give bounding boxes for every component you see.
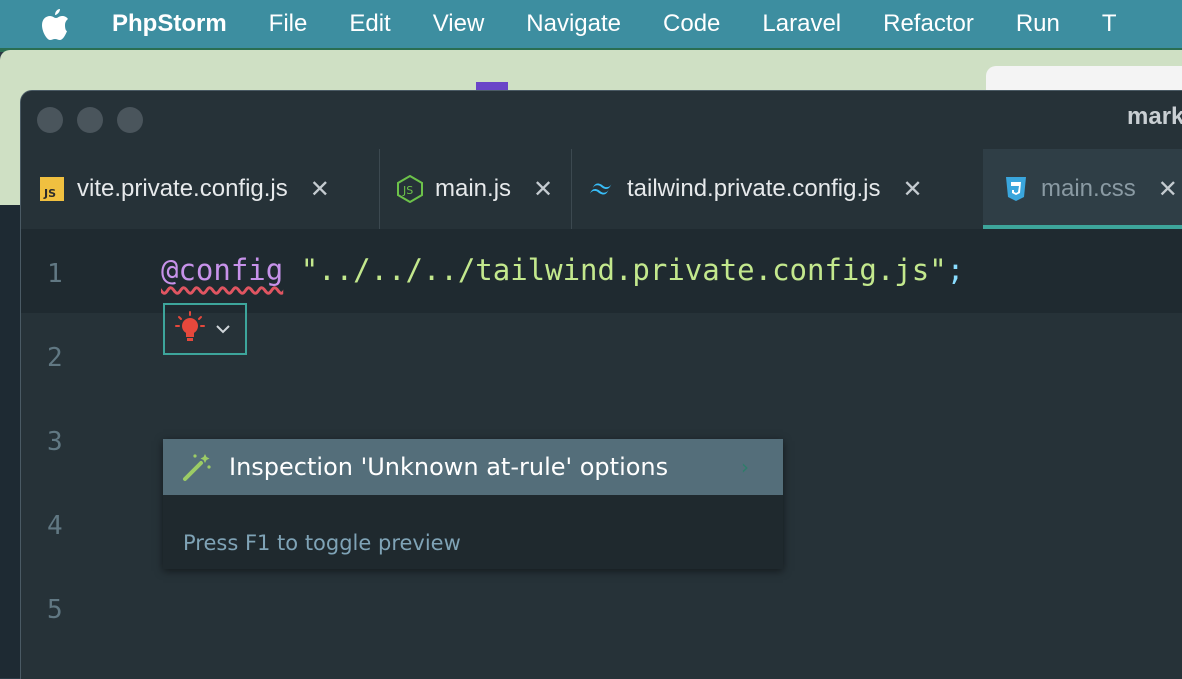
close-tab-icon[interactable]: ✕ xyxy=(310,175,330,204)
at-rule-keyword: @config xyxy=(161,253,284,287)
tab-separator xyxy=(379,149,380,229)
tab-tailwind-private-config[interactable]: tailwind.private.config.js ✕ xyxy=(589,149,923,229)
popup-item-inspection-options[interactable]: Inspection 'Unknown at-rule' options › xyxy=(163,439,783,495)
menu-code[interactable]: Code xyxy=(663,10,720,38)
chevron-right-icon: › xyxy=(741,455,749,479)
menu-tools-partial[interactable]: T xyxy=(1102,10,1117,38)
popup-hint: Press F1 to toggle preview xyxy=(183,531,461,555)
tailwind-icon xyxy=(589,176,615,202)
close-tab-icon[interactable]: ✕ xyxy=(533,175,553,204)
menu-app-name[interactable]: PhpStorm xyxy=(112,10,227,38)
line-number: 3 xyxy=(47,427,63,457)
tab-label: main.js xyxy=(435,175,512,202)
close-window-button[interactable] xyxy=(37,107,63,133)
svg-text:JS: JS xyxy=(402,184,413,197)
menu-laravel[interactable]: Laravel xyxy=(762,10,841,38)
menu-run[interactable]: Run xyxy=(1016,10,1060,38)
tab-main-css[interactable]: main.css ✕ xyxy=(983,149,1182,229)
editor-tab-bar: JS vite.private.config.js ✕ JS main.js ✕ xyxy=(21,149,1182,229)
tab-label: main.css xyxy=(1041,175,1136,202)
tab-vite-private-config[interactable]: JS vite.private.config.js ✕ xyxy=(39,149,330,229)
tab-label: vite.private.config.js xyxy=(77,175,288,202)
line-number: 1 xyxy=(47,259,63,289)
line-number: 5 xyxy=(47,595,63,625)
intention-popup: Inspection 'Unknown at-rule' options › P… xyxy=(163,439,783,569)
intention-actions-button[interactable] xyxy=(163,303,247,355)
chevron-down-icon xyxy=(215,320,231,339)
menu-file[interactable]: File xyxy=(269,10,308,38)
semicolon: ; xyxy=(946,253,965,287)
close-tab-icon[interactable]: ✕ xyxy=(1158,175,1178,204)
js-file-icon: JS xyxy=(39,176,65,202)
menu-edit[interactable]: Edit xyxy=(349,10,390,38)
tab-separator xyxy=(571,149,572,229)
code-line-1[interactable]: @config "../../../tailwind.private.confi… xyxy=(161,253,964,287)
menu-refactor[interactable]: Refactor xyxy=(883,10,974,38)
title-bar: mark xyxy=(21,91,1182,147)
background-window-accent xyxy=(476,82,508,90)
menu-view[interactable]: View xyxy=(433,10,485,38)
menu-navigate[interactable]: Navigate xyxy=(526,10,621,38)
css-file-icon xyxy=(1003,176,1029,202)
window-title: mark xyxy=(1127,103,1182,130)
menu-bar: PhpStorm File Edit View Navigate Code La… xyxy=(0,0,1182,48)
background-window-edge xyxy=(0,205,22,678)
nodejs-icon: JS xyxy=(397,175,423,203)
zoom-window-button[interactable] xyxy=(117,107,143,133)
svg-text:JS: JS xyxy=(43,187,56,200)
line-number: 2 xyxy=(47,343,63,373)
minimize-window-button[interactable] xyxy=(77,107,103,133)
tab-label: tailwind.private.config.js xyxy=(627,175,881,202)
lightbulb-error-icon xyxy=(175,311,205,347)
close-tab-icon[interactable]: ✕ xyxy=(902,175,922,204)
string-literal: "../../../tailwind.private.config.js" xyxy=(300,253,947,287)
apple-icon[interactable] xyxy=(42,7,72,41)
line-number: 4 xyxy=(47,511,63,541)
code-editor[interactable]: 1 2 3 4 5 @config "../../../tailwind.pri… xyxy=(21,229,1182,679)
popup-item-label: Inspection 'Unknown at-rule' options xyxy=(229,453,669,481)
tab-main-js[interactable]: JS main.js ✕ xyxy=(397,149,553,229)
ide-window: mark JS vite.private.config.js ✕ JS main… xyxy=(20,90,1182,679)
magic-wand-icon xyxy=(181,450,215,484)
